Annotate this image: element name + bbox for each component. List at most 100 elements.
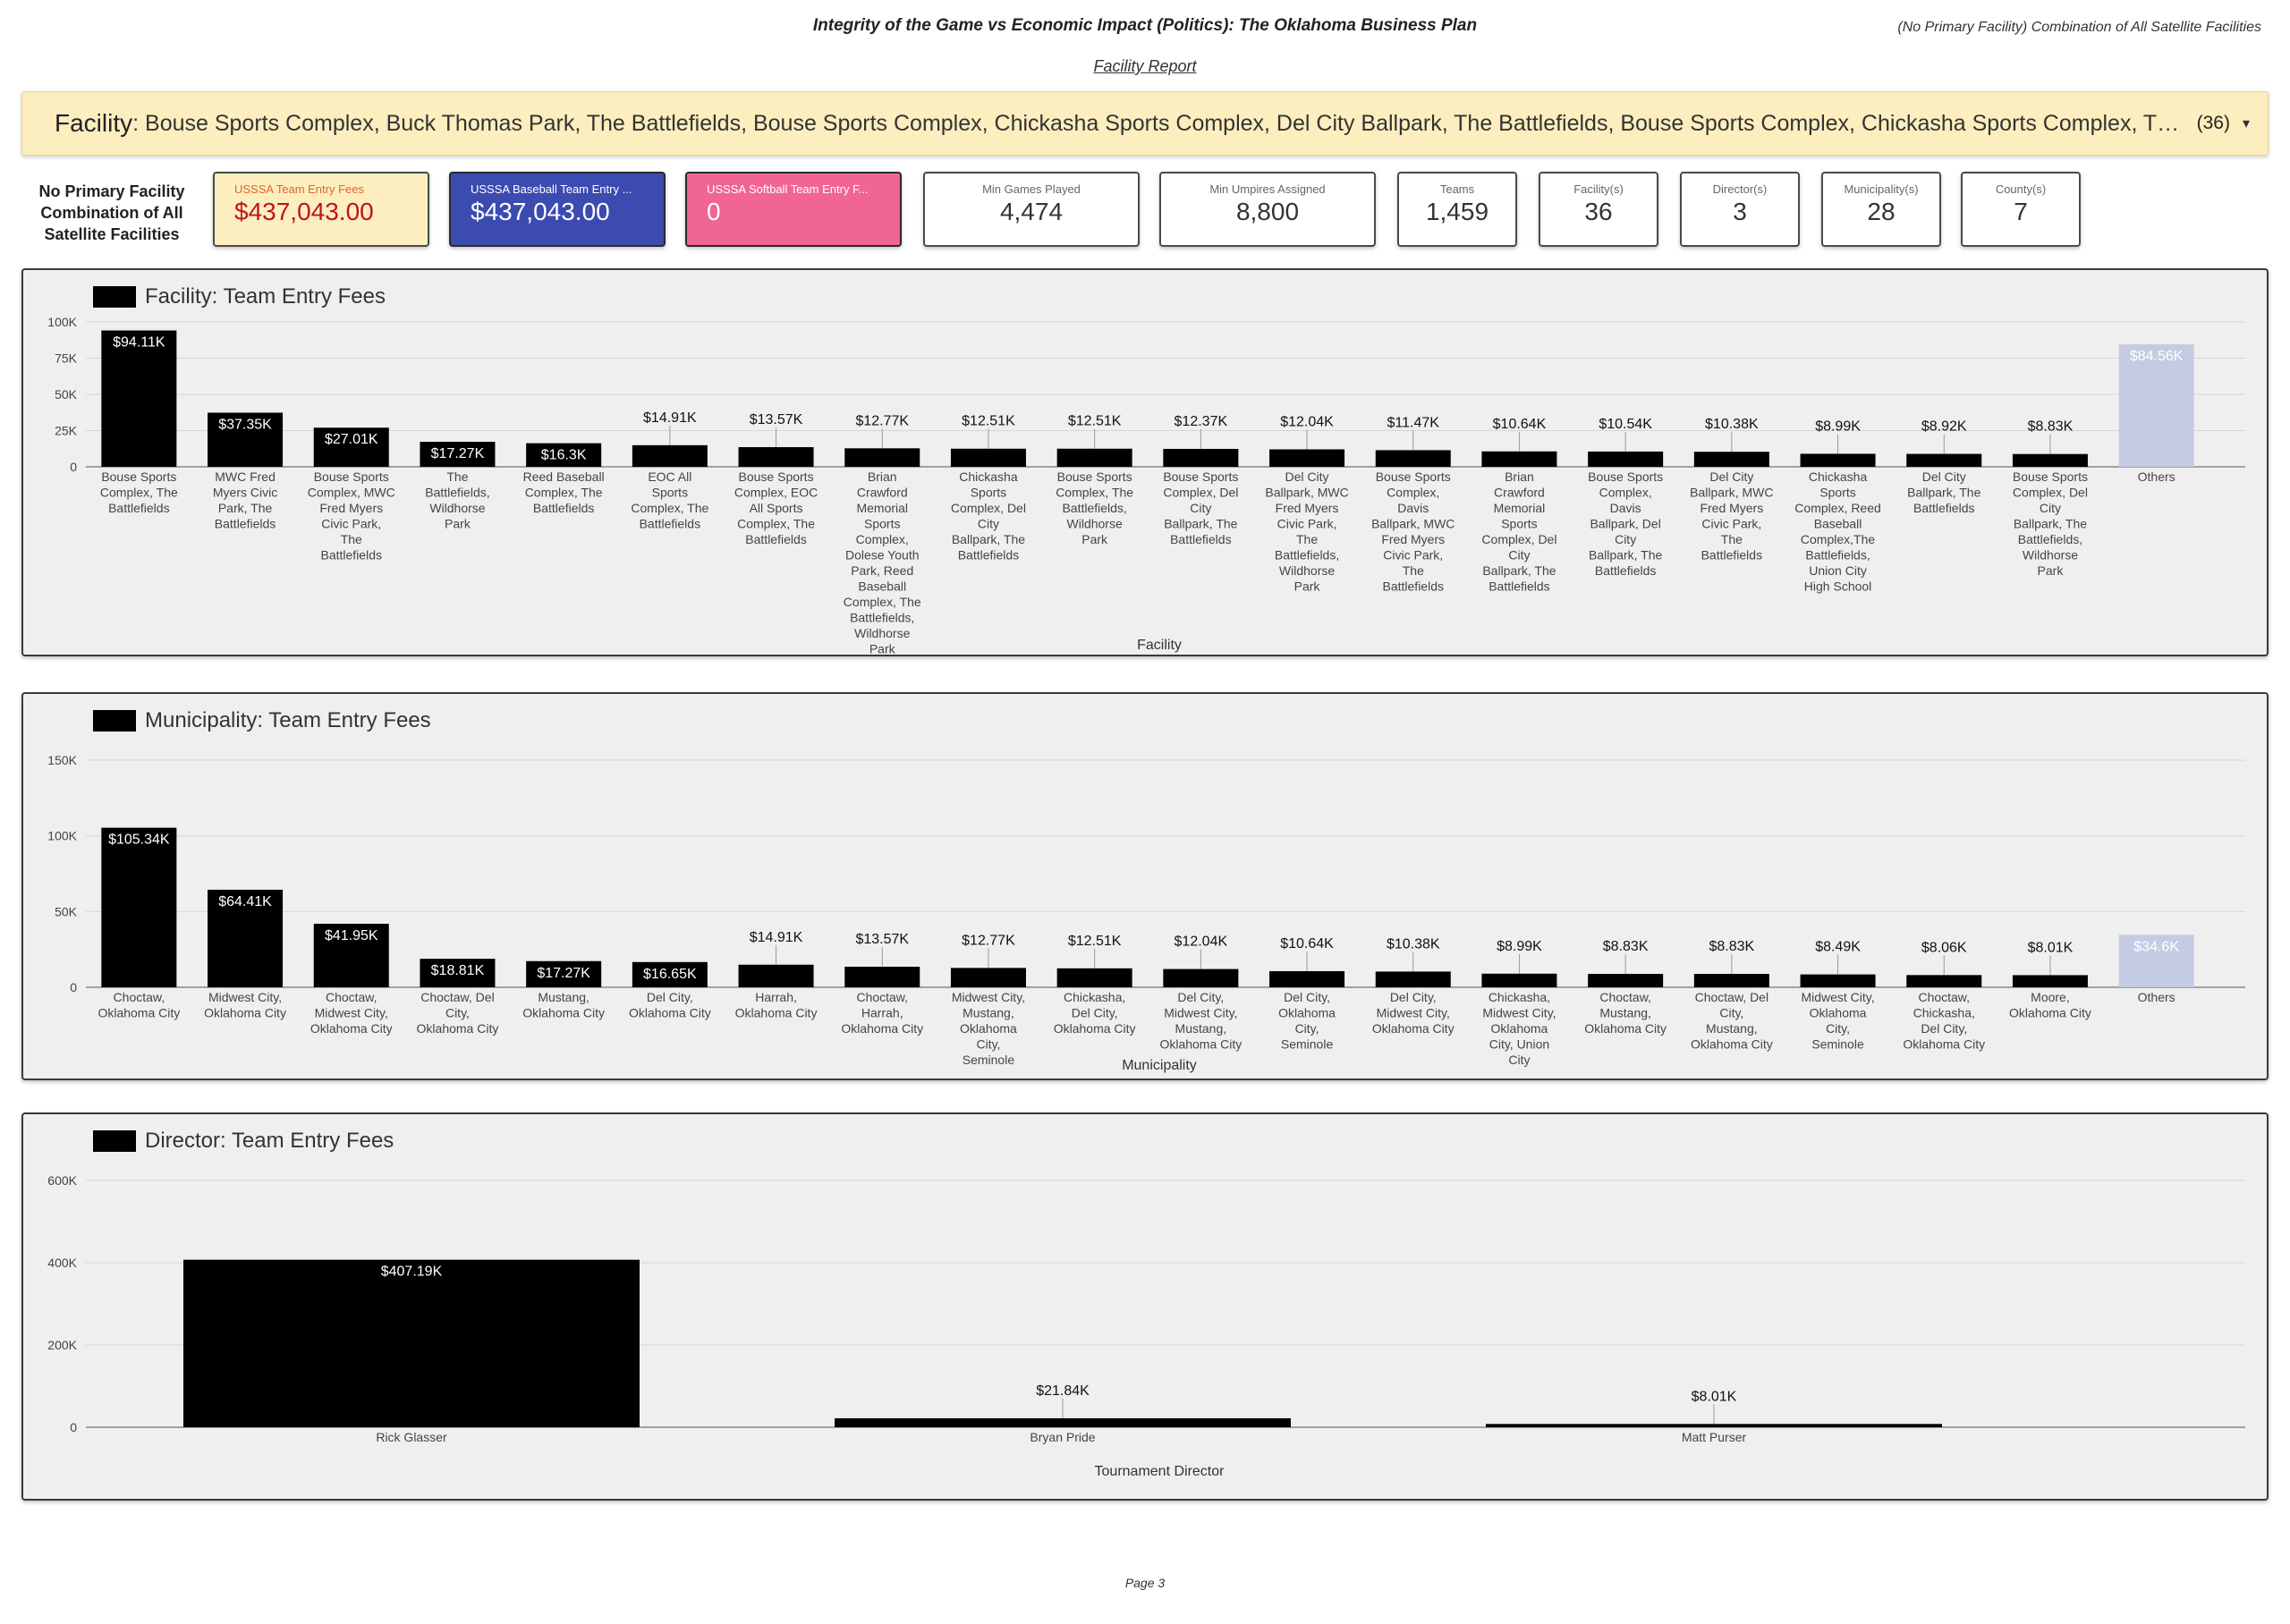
kpi-card-municipalities[interactable]: Municipality(s) 28 (1821, 172, 1941, 247)
chart-bar (1269, 970, 1345, 987)
x-tick-label: Park (445, 517, 471, 531)
chart-bar (101, 330, 177, 467)
x-tick-label: Civic Park, (1701, 517, 1761, 531)
kpi-card-min-games-played[interactable]: Min Games Played 4,474 (923, 172, 1140, 247)
facility-filter-count: (36) (2196, 113, 2230, 133)
facility-filter-dropdown[interactable]: Facility : Bouse Sports Complex, Buck Th… (21, 91, 2269, 156)
data-label: $10.38K (1705, 417, 1759, 432)
x-tick-label: Fred Myers (1700, 501, 1763, 515)
x-tick-label: Midwest City, (1164, 1006, 1237, 1020)
x-tick-label: Oklahoma City (417, 1021, 499, 1036)
x-tick-label: Park (2038, 563, 2065, 578)
x-tick-label: Park, The (218, 501, 273, 515)
x-tick-label: Battlefields (958, 548, 1019, 562)
x-tick-label: Memorial (1494, 501, 1546, 515)
x-axis-label: Municipality (1122, 1058, 1197, 1073)
report-scope-label: (No Primary Facility) Combination of All… (1897, 20, 2261, 35)
x-tick-label: Ballpark, The (1589, 548, 1662, 562)
x-tick-label: Complex, MWC (308, 486, 395, 500)
kpi-card-facilities[interactable]: Facility(s) 36 (1539, 172, 1658, 247)
y-tick-label: 50K (55, 387, 78, 402)
x-tick-label: Bouse Sports (1163, 469, 1238, 484)
x-tick-label: Mustang, (538, 990, 589, 1004)
x-axis-label: Facility (1137, 638, 1182, 653)
chevron-down-icon[interactable]: ▾ (2243, 114, 2250, 132)
x-tick-label: Park (869, 642, 896, 656)
x-tick-label: Bouse Sports (1057, 469, 1132, 484)
x-tick-label: Wildhorse (1279, 563, 1335, 578)
x-tick-label: Chickasha, (1913, 1006, 1975, 1020)
x-tick-label: Complex, Del (1163, 486, 1238, 500)
x-tick-label: Midwest City, (1482, 1006, 1556, 1020)
x-tick-label: Harrah, (861, 1006, 903, 1020)
x-tick-label: Oklahoma City (522, 1006, 605, 1020)
x-tick-label: Choctaw, Del (1695, 990, 1768, 1004)
kpi-card-teams[interactable]: Teams 1,459 (1397, 172, 1517, 247)
x-tick-label: Chickasha, (1488, 990, 1550, 1004)
kpi-value: 8,800 (1235, 198, 1300, 225)
x-tick-label: Oklahoma City (735, 1006, 818, 1020)
x-tick-label: Choctaw, (856, 990, 908, 1004)
kpi-card-baseball-entry-fees[interactable]: USSSA Baseball Team Entry ... $437,043.0… (449, 172, 666, 247)
x-tick-label: City, Union (1489, 1037, 1549, 1052)
x-tick-label: Dolese Youth (845, 548, 920, 562)
x-tick-label: Choctaw, (1918, 990, 1970, 1004)
x-tick-label: The (446, 469, 468, 484)
x-tick-label: Seminole (1811, 1037, 1864, 1052)
y-tick-label: 100K (47, 315, 77, 329)
data-label: $17.27K (431, 446, 485, 461)
facility-chart-panel: 0 25K 50K 75K 100K $94.11K Bouse Sports Complex… (21, 268, 2269, 656)
facility-filter-label: Facility (55, 109, 133, 137)
y-tick-label: 600K (47, 1173, 77, 1188)
x-tick-label: Bouse Sports (101, 469, 176, 484)
director-bar-chart: 0 200K 400K 600K $407.19K Rick Glasser $21.84K… (47, 1173, 2245, 1479)
legend-swatch (93, 710, 136, 732)
chart-bar (1588, 451, 1664, 467)
x-tick-label: Wildhorse (2023, 548, 2078, 562)
chart-bar (950, 448, 1026, 467)
director-chart-panel: 0 200K 400K 600K $407.19K Rick Glasser $21.84K… (21, 1112, 2269, 1501)
x-tick-label: Rick Glasser (376, 1430, 447, 1444)
data-label: $16.3K (541, 448, 587, 463)
chart-bar (950, 968, 1026, 987)
x-tick-label: Del City, (1390, 990, 1437, 1004)
x-tick-label: Chickasha (1809, 469, 1868, 484)
x-tick-label: Ballpark, The (1482, 563, 1556, 578)
x-tick-label: City, (445, 1006, 470, 1020)
x-tick-label: Bouse Sports (739, 469, 814, 484)
kpi-value: $437,043.00 (234, 198, 374, 225)
x-tick-label: Sports (652, 486, 688, 500)
chart-bar (101, 827, 177, 987)
x-tick-label: Midwest City, (1377, 1006, 1450, 1020)
x-tick-label: Complex, Del (951, 501, 1026, 515)
kpi-card-min-umpires-assigned[interactable]: Min Umpires Assigned 8,800 (1159, 172, 1376, 247)
x-tick-label: Oklahoma City (629, 1006, 711, 1020)
x-tick-label: High School (1804, 579, 1872, 594)
kpi-value: 36 (1584, 198, 1613, 225)
data-label: $8.01K (1692, 1389, 1737, 1404)
kpi-card-counties[interactable]: County(s) 7 (1961, 172, 2081, 247)
x-tick-label: Moore, (2031, 990, 2070, 1004)
x-tick-label: Del City, (1284, 990, 1330, 1004)
report-subtitle: Facility Report (1093, 57, 1197, 75)
chart-bar (1906, 975, 1982, 987)
x-tick-label: Wildhorse (1067, 517, 1123, 531)
chart-bar (1375, 971, 1451, 987)
chart-bar (738, 964, 814, 987)
x-tick-label: Chickasha, (1064, 990, 1125, 1004)
kpi-card-softball-entry-fees[interactable]: USSSA Softball Team Entry F... 0 (685, 172, 902, 247)
data-label: $10.64K (1493, 417, 1547, 432)
chart-bar (1481, 451, 1557, 467)
kpi-card-directors[interactable]: Director(s) 3 (1680, 172, 1800, 247)
x-tick-label: Oklahoma City (1372, 1021, 1455, 1036)
x-tick-label: Matt Purser (1682, 1430, 1747, 1444)
chart-bar (1906, 453, 1982, 467)
kpi-value: 28 (1867, 198, 1896, 225)
chart-bar (1481, 973, 1557, 987)
x-tick-label: The (1296, 532, 1318, 546)
kpi-card-team-entry-fees[interactable]: USSSA Team Entry Fees $437,043.00 (213, 172, 429, 247)
data-label: $12.04K (1280, 414, 1334, 429)
data-label: $14.91K (643, 410, 697, 426)
data-label: $84.56K (2130, 349, 2184, 364)
x-tick-label: Bouse Sports (1588, 469, 1663, 484)
